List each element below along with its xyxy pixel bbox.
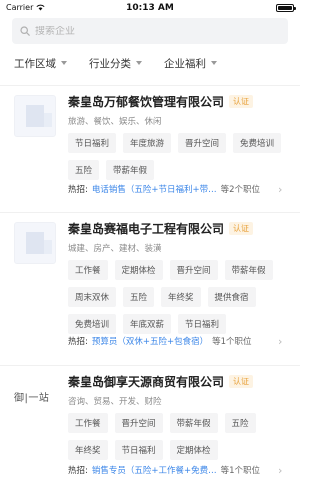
company-card[interactable]: 御|一站 秦皇岛御享天源商贸有限公司 认证 咨询、贸易、开发、财险 工作餐 晋升空… [0,365,300,493]
benefit-tags: 节日福利 年度旅游 晋升空间 免费培训 五险 带薪年假 [68,133,288,180]
benefit-tag: 带薪年假 [224,260,273,280]
benefit-tag: 带薪年假 [106,160,155,180]
search-input[interactable] [35,25,255,37]
benefit-tag: 晋升空间 [114,413,163,433]
benefit-tags: 工作餐 定期体检 晋升空间 带薪年假 周末双休 五险 年终奖 提供食宿 免费培训… [68,260,288,334]
benefit-tag: 工作餐 [68,260,108,280]
benefit-tag: 免费培训 [68,314,117,334]
certified-badge: 认证 [229,222,254,235]
hot-jobs-row[interactable]: 热招: 预算员（双休+五险+包食宿） 等1个职位 › [68,334,290,348]
company-logo [14,222,56,264]
company-card[interactable]: 秦皇岛万郁餐饮管理有限公司 认证 旅游、餐饮、娱乐、休闲 节日福利 年度旅游 晋升… [0,85,300,205]
filter-label: 工作区域 [14,57,56,70]
job-count: 等1个职位 [212,337,252,347]
chevron-right-icon: › [278,334,283,348]
company-industries: 旅游、餐饮、娱乐、休闲 [68,117,162,127]
benefit-tag: 五险 [68,160,100,180]
benefit-tag: 年终奖 [161,287,201,307]
job-count: 等2个职位 [220,185,261,195]
status-bar: Carrier 10:13 AM [0,0,300,16]
caret-down-icon [211,61,217,65]
company-name: 秦皇岛御享天源商贸有限公司 认证 [68,373,254,390]
benefit-tag: 五险 [123,287,155,307]
building-icon [26,105,52,127]
benefit-tag: 年终奖 [68,440,108,460]
hot-jobs-row[interactable]: 热招: 销售专员（五险+工作餐+免费… 等1个职位 › [68,463,290,477]
filter-work-area[interactable]: 工作区域 [14,56,67,71]
certified-badge: 认证 [229,95,254,108]
hot-job-link[interactable]: 预算员（双休+五险+包食宿） [92,335,208,347]
search-bar[interactable] [12,18,288,44]
benefit-tags: 工作餐 晋升空间 带薪年假 五险 年终奖 节日福利 定期体检 [68,413,288,460]
benefit-tag: 节日福利 [68,133,117,153]
certified-badge: 认证 [229,375,254,388]
company-industries: 咨询、贸易、开发、财险 [68,397,162,407]
caret-down-icon [136,61,142,65]
search-icon [20,26,30,36]
hot-job-link[interactable]: 销售专员（五险+工作餐+免费… [92,464,217,476]
company-industries: 城建、房产、建材、装潢 [68,244,162,254]
benefit-tag: 节日福利 [114,440,163,460]
benefit-tag: 晋升空间 [169,260,218,280]
filter-benefits[interactable]: 企业福利 [164,56,217,71]
battery-icon [276,4,296,12]
benefit-tag: 工作餐 [68,413,108,433]
filter-label: 行业分类 [89,57,131,70]
benefit-tag: 节日福利 [178,314,227,334]
hot-label: 热招: [68,185,88,195]
company-card[interactable]: 秦皇岛赛福电子工程有限公司 认证 城建、房产、建材、装潢 工作餐 定期体检 晋升空… [0,212,300,358]
company-name: 秦皇岛赛福电子工程有限公司 认证 [68,220,254,237]
benefit-tag: 晋升空间 [178,133,227,153]
filter-bar: 工作区域 行业分类 企业福利 [0,53,300,73]
hot-job-link[interactable]: 电话销售（五险+节日福利+带… [92,183,217,195]
benefit-tag: 定期体检 [114,260,163,280]
benefit-tag: 提供食宿 [207,287,256,307]
hot-label: 热招: [68,337,88,347]
hot-jobs-row[interactable]: 热招: 电话销售（五险+节日福利+带… 等2个职位 › [68,182,290,196]
clock: 10:13 AM [126,3,174,13]
chevron-right-icon: › [278,463,283,477]
benefit-tag: 年度旅游 [123,133,172,153]
benefit-tag: 年底双薪 [123,314,172,334]
company-logo: 御|一站 [14,375,56,417]
benefit-tag: 周末双休 [68,287,117,307]
job-count: 等1个职位 [220,466,261,476]
benefit-tag: 带薪年假 [169,413,218,433]
hot-label: 热招: [68,466,88,476]
caret-down-icon [61,61,67,65]
filter-industry[interactable]: 行业分类 [89,56,142,71]
benefit-tag: 五险 [224,413,256,433]
benefit-tag: 定期体检 [169,440,218,460]
chevron-right-icon: › [278,182,283,196]
company-name: 秦皇岛万郁餐饮管理有限公司 认证 [68,93,254,110]
building-icon [26,232,52,254]
benefit-tag: 免费培训 [233,133,282,153]
company-logo [14,95,56,137]
filter-label: 企业福利 [164,57,206,70]
